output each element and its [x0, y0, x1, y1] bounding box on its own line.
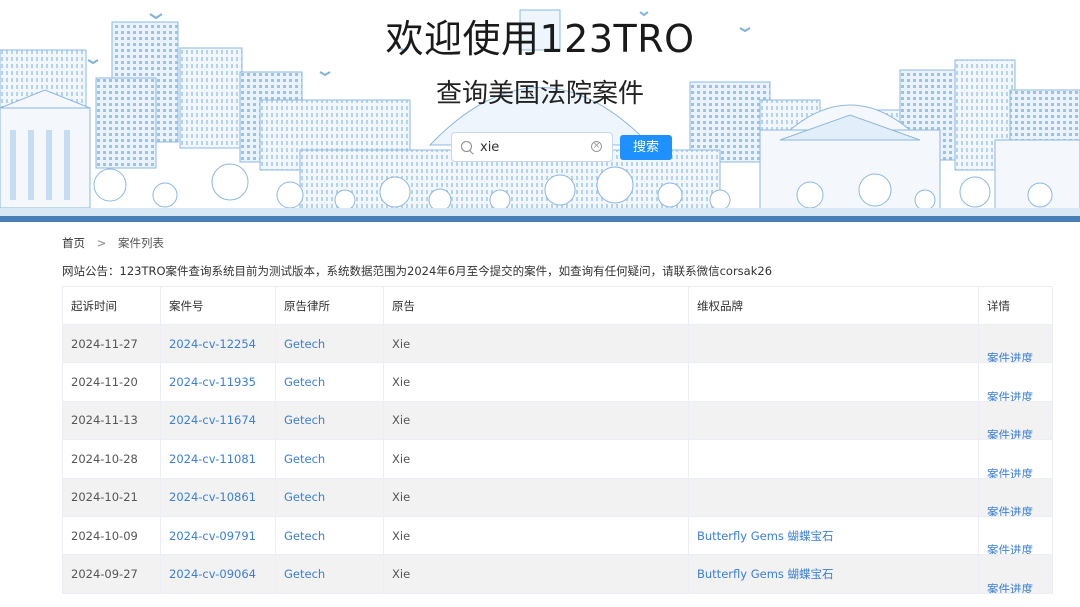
- cell-plaintiff: Xie: [383, 362, 689, 402]
- table-row: 2024-11-20 2024-cv-11935 Getech Xie 案件进度: [62, 362, 1053, 402]
- case-progress-link[interactable]: 案件进度: [987, 467, 1033, 477]
- breadcrumb-home[interactable]: 首页: [62, 236, 85, 250]
- case-progress-link[interactable]: 案件进度: [987, 390, 1033, 400]
- case-number-link[interactable]: 2024-cv-12254: [169, 337, 256, 351]
- cell-date: 2024-10-09: [62, 515, 161, 556]
- case-progress-link[interactable]: 案件进度: [987, 582, 1033, 592]
- law-firm-link[interactable]: Getech: [284, 529, 325, 543]
- table-row: 2024-11-13 2024-cv-11674 Getech Xie 案件进度: [62, 400, 1053, 441]
- header-plaintiff: 原告: [383, 286, 689, 325]
- header-brand: 维权品牌: [688, 286, 979, 325]
- case-number-link[interactable]: 2024-cv-10861: [169, 490, 256, 504]
- case-progress-link[interactable]: 案件进度: [987, 428, 1033, 438]
- brand-link[interactable]: Butterfly Gems 蝴蝶宝石: [697, 529, 834, 543]
- hero-banner: 欢迎使用123TRO 查询美国法院案件 × 搜索: [0, 0, 1080, 222]
- search-input[interactable]: [480, 138, 590, 156]
- page-title: 欢迎使用123TRO: [385, 17, 695, 61]
- case-number-link[interactable]: 2024-cv-11081: [169, 452, 256, 466]
- law-firm-link[interactable]: Getech: [284, 567, 325, 581]
- table-header-row: 起诉时间 案件号 原告律所 原告 维权品牌 详情: [62, 286, 1053, 325]
- law-firm-link[interactable]: Getech: [284, 375, 325, 389]
- cell-date: 2024-11-13: [62, 400, 161, 441]
- brand-link[interactable]: Butterfly Gems 蝴蝶宝石: [697, 567, 834, 581]
- table-row: 2024-10-09 2024-cv-09791 Getech Xie Butt…: [62, 515, 1053, 556]
- banner-divider: [0, 216, 1080, 222]
- law-firm-link[interactable]: Getech: [284, 413, 325, 427]
- cell-date: 2024-10-21: [62, 477, 161, 517]
- table-row: 2024-09-27 2024-cv-09064 Getech Xie Butt…: [62, 554, 1053, 594]
- law-firm-link[interactable]: Getech: [284, 490, 325, 504]
- breadcrumb-current: 案件列表: [117, 236, 164, 250]
- cell-plaintiff: Xie: [383, 400, 689, 441]
- cell-plaintiff: Xie: [383, 477, 689, 517]
- search-button[interactable]: 搜索: [620, 135, 672, 160]
- header-law-firm: 原告律所: [275, 286, 384, 325]
- case-number-link[interactable]: 2024-cv-11674: [169, 413, 256, 427]
- case-table: 起诉时间 案件号 原告律所 原告 维权品牌 详情 2024-11-27 2024…: [62, 286, 1053, 594]
- case-progress-link[interactable]: 案件进度: [987, 351, 1033, 361]
- table-row: 2024-10-28 2024-cv-11081 Getech Xie 案件进度: [62, 439, 1053, 479]
- table-row: 2024-10-21 2024-cv-10861 Getech Xie 案件进度: [62, 477, 1053, 517]
- table-row: 2024-11-27 2024-cv-12254 Getech Xie 案件进度: [62, 323, 1053, 364]
- cell-plaintiff: Xie: [383, 554, 689, 594]
- header-case-number: 案件号: [160, 286, 276, 325]
- cell-plaintiff: Xie: [383, 439, 689, 479]
- case-number-link[interactable]: 2024-cv-09791: [169, 529, 256, 543]
- case-number-link[interactable]: 2024-cv-11935: [169, 375, 256, 389]
- case-progress-link[interactable]: 案件进度: [987, 543, 1033, 553]
- case-progress-link[interactable]: 案件进度: [987, 505, 1033, 515]
- cell-plaintiff: Xie: [383, 323, 689, 364]
- header-filing-date: 起诉时间: [62, 286, 161, 325]
- law-firm-link[interactable]: Getech: [284, 452, 325, 466]
- cell-date: 2024-09-27: [62, 554, 161, 594]
- cell-date: 2024-10-28: [62, 439, 161, 479]
- page-subtitle: 查询美国法院案件: [435, 79, 644, 109]
- breadcrumb-separator: >: [96, 236, 107, 250]
- site-notice: 网站公告：123TRO案件查询系统目前为测试版本，系统数据范围为2024年6月至…: [62, 264, 773, 278]
- header-detail: 详情: [978, 286, 1053, 325]
- law-firm-link[interactable]: Getech: [284, 337, 325, 351]
- clear-icon[interactable]: ×: [591, 141, 602, 152]
- search-icon: [461, 141, 472, 152]
- search-box[interactable]: ×: [451, 132, 613, 162]
- case-number-link[interactable]: 2024-cv-09064: [169, 567, 256, 581]
- breadcrumb: 首页 > 案件列表: [62, 235, 164, 251]
- cell-date: 2024-11-20: [62, 362, 161, 402]
- cell-date: 2024-11-27: [62, 323, 161, 364]
- cell-plaintiff: Xie: [383, 515, 689, 556]
